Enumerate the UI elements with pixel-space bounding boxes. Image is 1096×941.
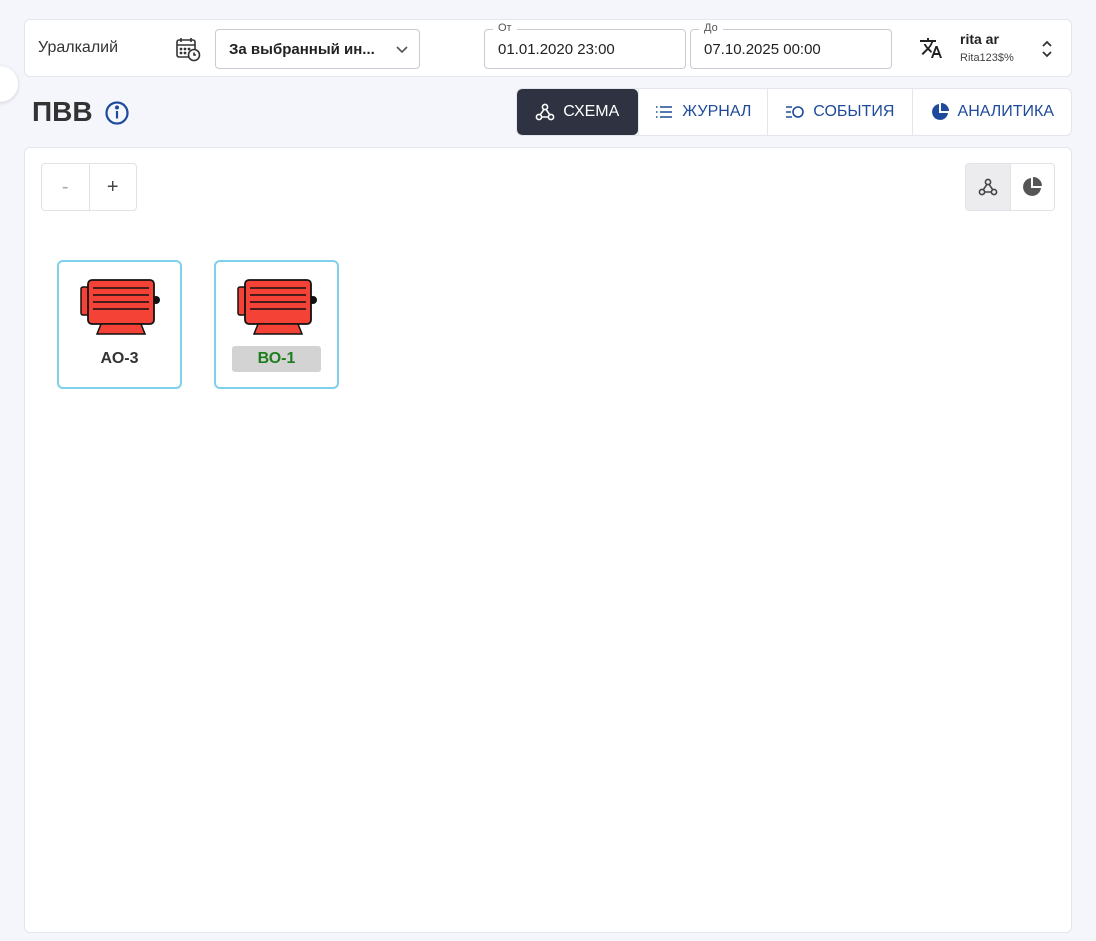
tab-analytics-label: АНАЛИТИКА xyxy=(957,103,1055,120)
view-schema-button[interactable] xyxy=(966,164,1011,210)
user-name: rita ar xyxy=(960,31,999,47)
tab-journal-label: ЖУРНАЛ xyxy=(682,103,752,120)
date-from-label: От xyxy=(493,22,517,34)
zoom-controls: - + xyxy=(41,163,137,211)
events-icon xyxy=(786,106,805,118)
schema-canvas[interactable]: - + АО-3 ВО-1 xyxy=(24,147,1072,933)
view-mode-toggle xyxy=(965,163,1055,211)
fan-icon xyxy=(80,279,160,335)
info-icon[interactable] xyxy=(104,100,130,126)
sidebar-toggle-handle[interactable] xyxy=(0,66,18,102)
list-icon xyxy=(656,106,673,118)
tab-schema-label: СХЕМА xyxy=(563,103,620,120)
pie-chart-icon xyxy=(1023,177,1043,196)
date-to-value: 07.10.2025 00:00 xyxy=(704,41,821,58)
schema-icon xyxy=(535,103,555,121)
date-from-field[interactable]: От 01.01.2020 23:00 xyxy=(484,22,686,69)
view-tabs: СХЕМА ЖУРНАЛ СОБЫТИЯ АНАЛИТИКА xyxy=(516,88,1072,136)
fan-icon xyxy=(237,279,317,335)
date-to-field[interactable]: До 07.10.2025 00:00 xyxy=(690,22,892,69)
top-bar: Уралкалий За выбранный ин... От 01.01.20… xyxy=(24,19,1072,77)
view-chart-button[interactable] xyxy=(1011,164,1055,210)
user-login: Rita123$% xyxy=(960,52,1014,64)
device-card-bo-1[interactable]: ВО-1 xyxy=(214,260,339,389)
tab-journal[interactable]: ЖУРНАЛ xyxy=(637,89,768,135)
tab-events-label: СОБЫТИЯ xyxy=(813,103,895,120)
date-to-label: До xyxy=(699,22,723,34)
schema-icon xyxy=(978,178,998,196)
device-label-badge: ВО-1 xyxy=(232,346,321,372)
unfold-icon[interactable] xyxy=(1039,39,1055,59)
device-card-ao-3[interactable]: АО-3 xyxy=(57,260,182,389)
calendar-clock-icon[interactable] xyxy=(175,36,201,62)
company-name: Уралкалий xyxy=(38,39,119,56)
tab-analytics[interactable]: АНАЛИТИКА xyxy=(911,89,1071,135)
period-select-value: За выбранный ин... xyxy=(229,41,375,58)
date-from-value: 01.01.2020 23:00 xyxy=(498,41,615,58)
page-title: ПВВ xyxy=(32,96,93,127)
tab-schema[interactable]: СХЕМА xyxy=(517,89,638,135)
zoom-out-button[interactable]: - xyxy=(42,164,90,210)
device-label: АО-3 xyxy=(100,350,139,367)
chevron-down-icon xyxy=(396,46,408,54)
translate-icon[interactable] xyxy=(919,36,943,60)
period-select[interactable]: За выбранный ин... xyxy=(215,29,420,69)
zoom-in-button[interactable]: + xyxy=(90,164,137,210)
tab-events[interactable]: СОБЫТИЯ xyxy=(767,89,911,135)
pie-chart-icon xyxy=(931,103,949,120)
